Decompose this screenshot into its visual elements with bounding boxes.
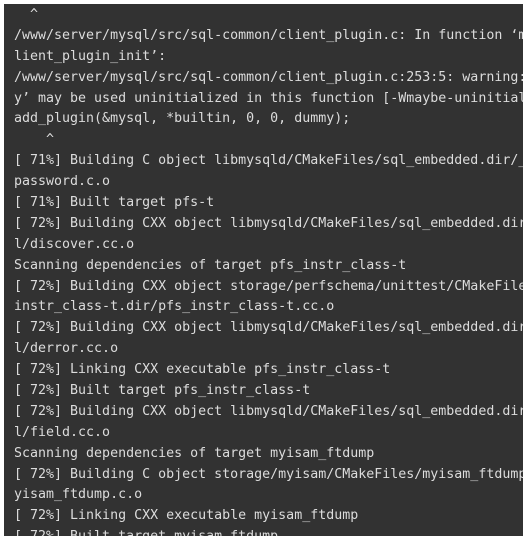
- terminal-line: ^: [14, 7, 39, 22]
- terminal-line: l/derror.cc.o: [14, 341, 119, 357]
- terminal-line: [ 72%] Linking CXX executable myisam_ftd…: [14, 508, 359, 524]
- terminal-line: [ 72%] Built target myisam_ftdump: [14, 527, 523, 536]
- terminal-line: [ 72%] Linking CXX executable pfs_instr_…: [14, 362, 391, 378]
- terminal-line: [ 72%] Building CXX object libmysqld/CMa…: [14, 215, 523, 231]
- terminal-window[interactable]: ^ /www/server/mysql/src/sql-common/client…: [4, 4, 523, 536]
- terminal-line: [ 71%] Built target pfs-t: [14, 195, 215, 211]
- terminal-line: yisam_ftdump.c.o: [14, 487, 143, 503]
- terminal-line: add_plugin(&mysql, *builtin, 0, 0, dummy…: [14, 111, 351, 127]
- terminal-line: instr_class-t.dir/pfs_instr_class-t.cc.o: [14, 299, 335, 315]
- terminal-line: [ 72%] Building CXX object libmysqld/CMa…: [14, 320, 523, 336]
- terminal-line: [ 72%] Building C object storage/myisam/…: [14, 466, 523, 482]
- terminal-line: [ 72%] Built target pfs_instr_class-t: [14, 383, 311, 399]
- terminal-line: l/field.cc.o: [14, 424, 111, 440]
- terminal-line: [ 71%] Building C object libmysqld/CMake…: [14, 153, 523, 169]
- terminal-line: [ 72%] Building CXX object libmysqld/CMa…: [14, 403, 523, 419]
- terminal-line: password.c.o: [14, 174, 111, 190]
- terminal-line: /www/server/mysql/src/sql-common/client_…: [14, 27, 523, 43]
- terminal-line: [ 72%] Building CXX object storage/perfs…: [14, 278, 523, 294]
- terminal-line: ^: [14, 132, 55, 148]
- terminal-line: lient_plugin_init’:: [14, 48, 167, 64]
- terminal-line: Scanning dependencies of target pfs_inst…: [14, 257, 407, 273]
- terminal-line: y’ may be used uninitialized in this fun…: [14, 90, 523, 106]
- terminal-output-log[interactable]: ^ /www/server/mysql/src/sql-common/client…: [14, 5, 523, 536]
- terminal-line: l/discover.cc.o: [14, 236, 135, 252]
- terminal-line: Scanning dependencies of target myisam_f…: [14, 445, 375, 461]
- terminal-line: /www/server/mysql/src/sql-common/client_…: [14, 69, 523, 85]
